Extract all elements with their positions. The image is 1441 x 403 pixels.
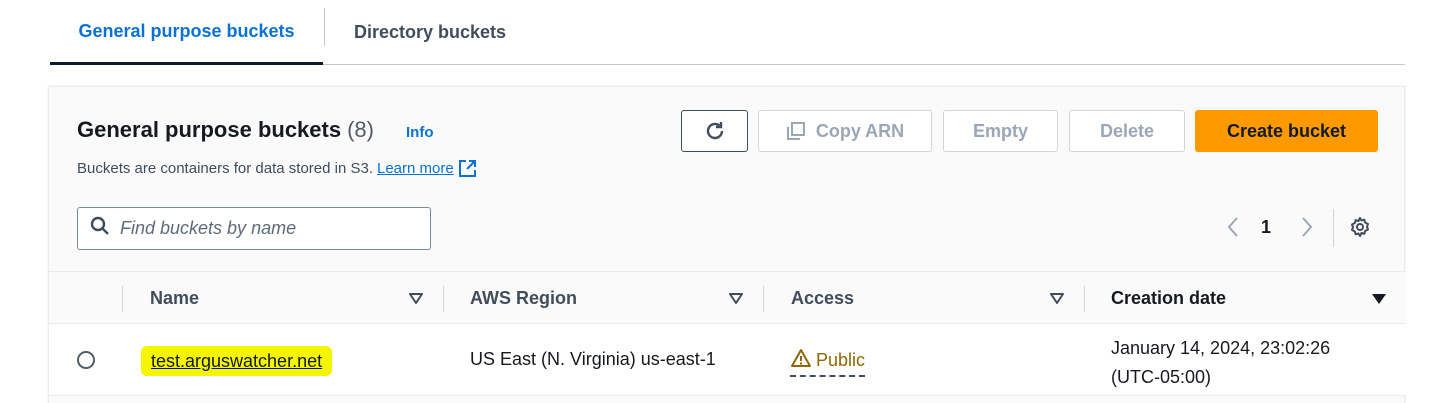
access-label: Public bbox=[816, 350, 866, 370]
row-select-radio[interactable] bbox=[77, 351, 95, 369]
next-page-button[interactable] bbox=[1297, 215, 1317, 243]
panel-description: Buckets are containers for data stored i… bbox=[77, 159, 477, 178]
creation-date: January 14, 2024, 23:02:26 (UTC-05:00) bbox=[1111, 334, 1330, 392]
pager-divider bbox=[1333, 209, 1334, 247]
copy-arn-button[interactable]: Copy ARN bbox=[758, 110, 932, 152]
refresh-button[interactable] bbox=[681, 110, 748, 152]
tab-bar: General purpose buckets Directory bucket… bbox=[50, 0, 1405, 65]
gear-icon bbox=[1349, 216, 1371, 243]
bucket-name-link[interactable]: test.arguswatcher.net bbox=[141, 346, 333, 376]
search-input[interactable] bbox=[120, 218, 420, 239]
column-separator bbox=[122, 286, 123, 312]
preferences-button[interactable] bbox=[1348, 216, 1372, 243]
empty-button[interactable]: Empty bbox=[943, 110, 1058, 152]
warning-icon bbox=[790, 348, 816, 373]
sort-down-icon[interactable] bbox=[1050, 292, 1064, 310]
search-box[interactable] bbox=[77, 207, 431, 250]
sort-down-icon[interactable] bbox=[409, 292, 423, 310]
learn-more-link[interactable]: Learn more bbox=[377, 160, 454, 177]
external-link-icon[interactable] bbox=[458, 159, 477, 178]
bucket-region: US East (N. Virginia) us-east-1 bbox=[470, 349, 716, 369]
delete-button[interactable]: Delete bbox=[1069, 110, 1185, 152]
column-separator bbox=[1084, 286, 1085, 312]
sorted-descending-icon[interactable] bbox=[1371, 292, 1387, 310]
tab-directory-buckets[interactable]: Directory buckets bbox=[335, 0, 525, 64]
table-row: test.arguswatcher.net US East (N. Virgin… bbox=[49, 324, 1406, 396]
creation-date-timezone: (UTC-05:00) bbox=[1111, 367, 1212, 387]
chevron-right-icon bbox=[1300, 216, 1314, 243]
tab-general-purpose-buckets[interactable]: General purpose buckets bbox=[50, 0, 323, 65]
description-text: Buckets are containers for data stored i… bbox=[77, 160, 373, 177]
buckets-panel: General purpose buckets (8) Info Buckets … bbox=[48, 86, 1406, 403]
copy-icon bbox=[786, 121, 806, 141]
refresh-icon bbox=[704, 120, 726, 142]
creation-date-line: January 14, 2024, 23:02:26 bbox=[1111, 338, 1331, 358]
tab-divider bbox=[324, 8, 325, 46]
previous-page-button[interactable] bbox=[1223, 215, 1243, 243]
page-number[interactable]: 1 bbox=[1261, 217, 1271, 238]
create-bucket-button[interactable]: Create bucket bbox=[1195, 110, 1378, 152]
search-icon bbox=[90, 216, 110, 241]
table-header: Name AWS Region Access Creation date bbox=[49, 271, 1406, 324]
bucket-access[interactable]: Public bbox=[790, 348, 866, 377]
column-header-access[interactable]: Access bbox=[791, 272, 854, 324]
chevron-left-icon bbox=[1226, 216, 1240, 243]
copy-arn-label: Copy ARN bbox=[815, 120, 905, 141]
column-header-name[interactable]: Name bbox=[150, 272, 199, 324]
panel-title: General purpose buckets (8) bbox=[77, 117, 374, 143]
column-header-region[interactable]: AWS Region bbox=[470, 272, 577, 324]
column-separator bbox=[443, 286, 444, 312]
info-link[interactable]: Info bbox=[406, 124, 434, 141]
panel-title-text: General purpose buckets bbox=[77, 117, 342, 142]
bucket-count: (8) bbox=[347, 117, 374, 142]
column-separator bbox=[763, 286, 764, 312]
sort-down-icon[interactable] bbox=[729, 292, 743, 310]
column-header-creation-date[interactable]: Creation date bbox=[1111, 272, 1226, 324]
